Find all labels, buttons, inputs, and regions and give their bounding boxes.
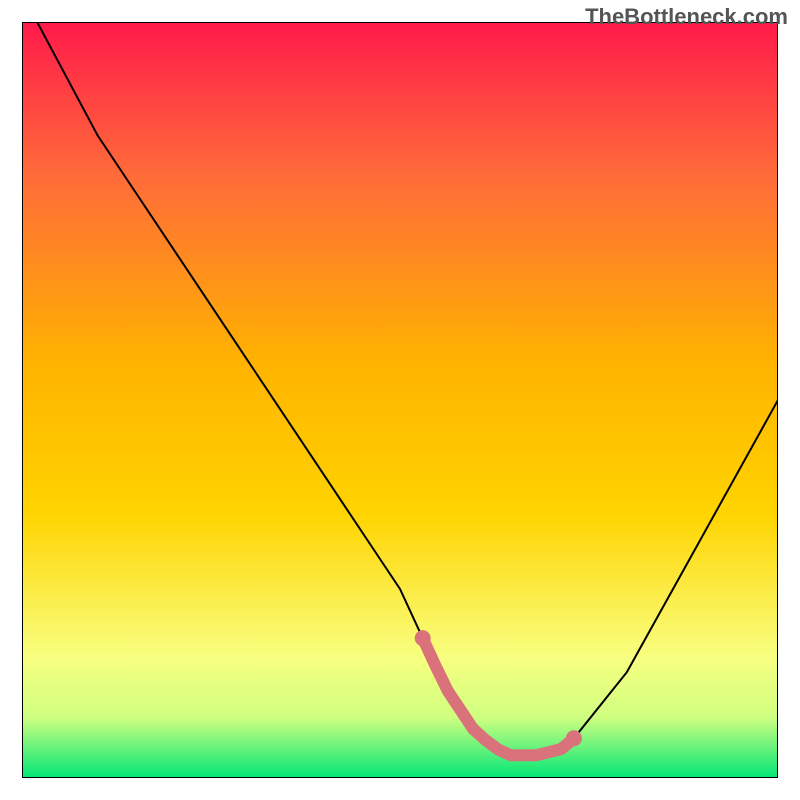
- gradient-background: [22, 22, 778, 778]
- chart-svg: [22, 22, 778, 778]
- plot-area: [22, 22, 778, 778]
- watermark-text: TheBottleneck.com: [585, 4, 788, 30]
- chart-container: TheBottleneck.com: [0, 0, 800, 800]
- highlight-dot-start: [415, 630, 431, 646]
- highlight-dot-end: [566, 730, 582, 746]
